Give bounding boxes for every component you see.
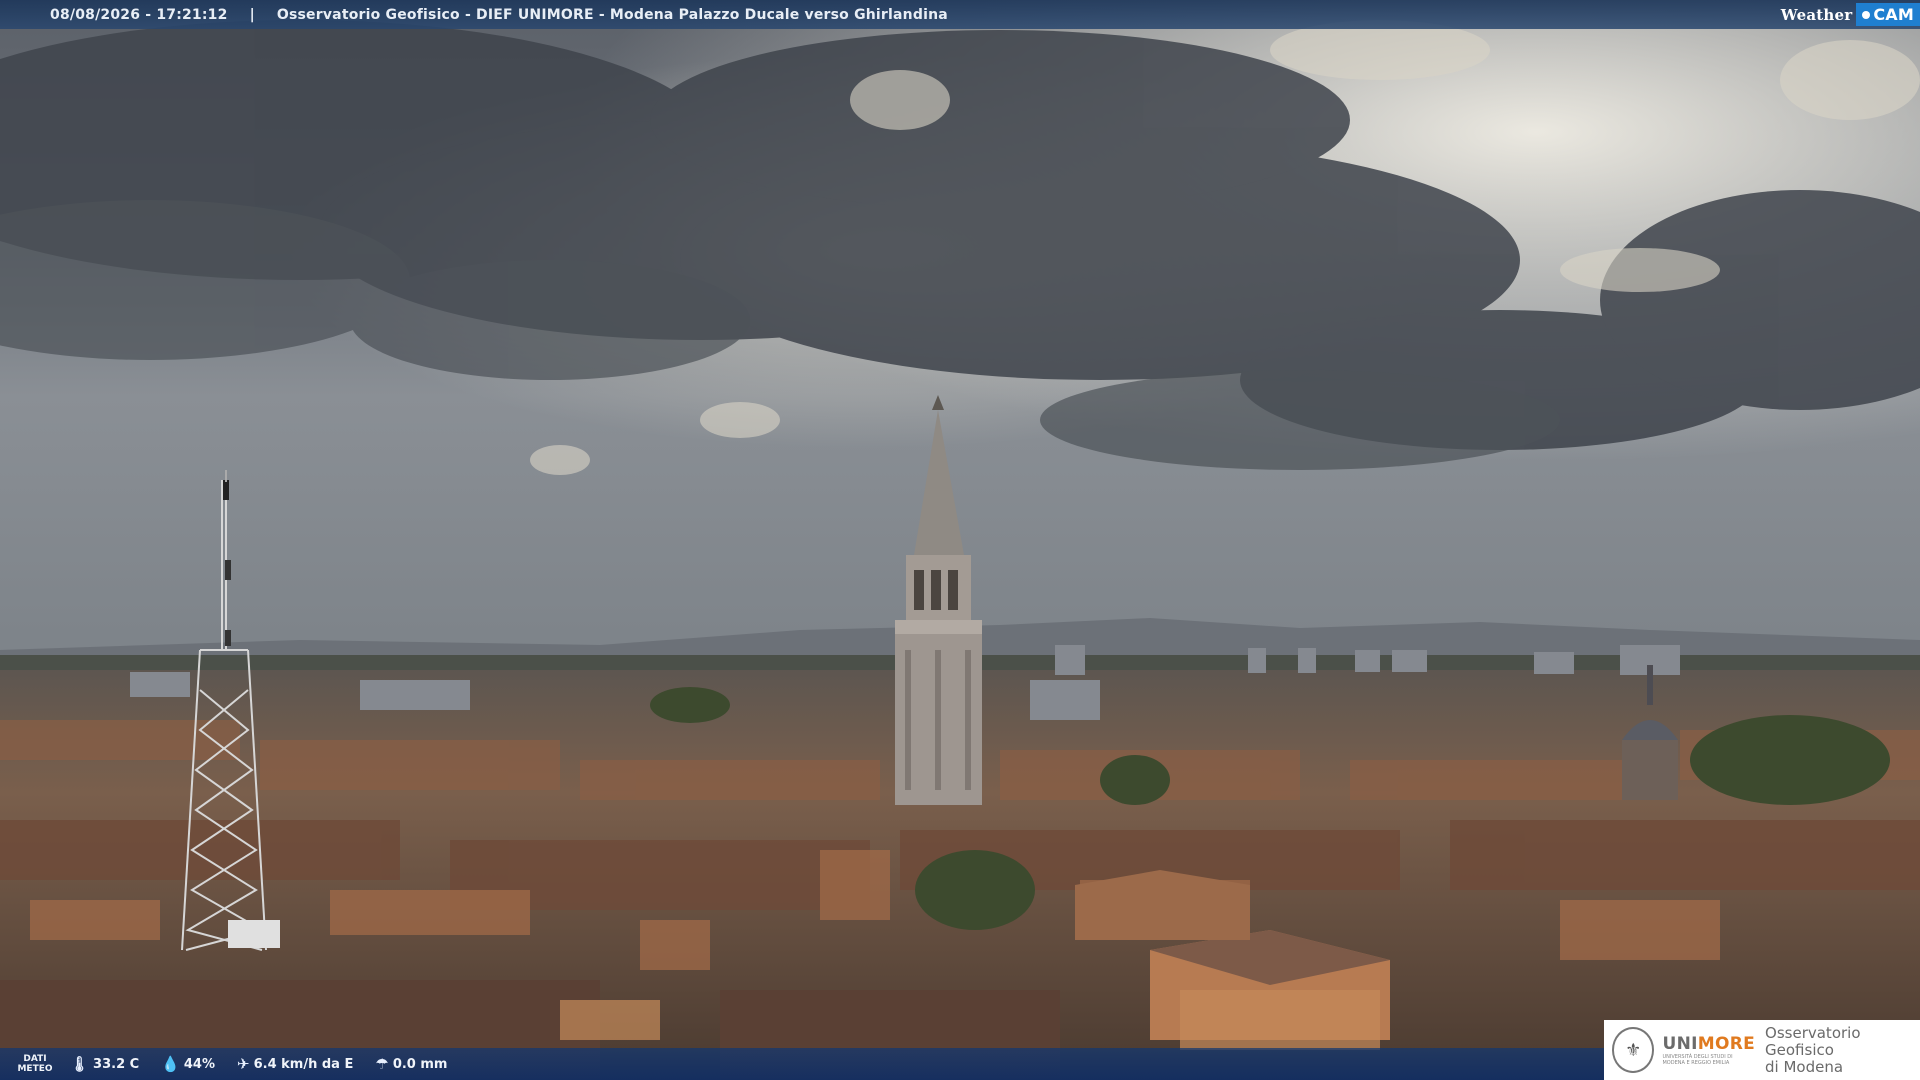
- droplet-icon: 💧: [161, 1055, 180, 1073]
- wind-icon: ✈: [237, 1055, 250, 1073]
- temperature-reading: 🌡 33.2 C: [70, 1055, 140, 1073]
- rain-icon: ☂: [375, 1055, 389, 1073]
- weathercam-logo: Weather CAM: [1781, 0, 1920, 29]
- camera-title: Osservatorio Geofisico - DIEF UNIMORE - …: [276, 6, 948, 23]
- thermometer-icon: 🌡: [70, 1055, 90, 1073]
- wind-reading: ✈ 6.4 km/h da E: [237, 1055, 354, 1073]
- separator: |: [249, 6, 255, 23]
- observatory-name: Osservatorio Geofisico di Modena: [1765, 1023, 1861, 1076]
- rain-reading: ☂ 0.0 mm: [375, 1055, 448, 1073]
- unimore-wordmark: UNIMORE UNIVERSITÀ DEGLI STUDI DI MODENA…: [1662, 1034, 1756, 1066]
- meteo-label: DATI METEO: [17, 1054, 53, 1074]
- timestamp: 08/08/2026 - 17:21:12: [50, 6, 228, 23]
- brand-cam: CAM: [1856, 3, 1920, 26]
- brand-dot-icon: [1862, 10, 1871, 19]
- caption-bar: 08/08/2026 - 17:21:12 | Osservatorio Geo…: [0, 0, 1920, 29]
- unimore-logo-panel: ⚜ UNIMORE UNIVERSITÀ DEGLI STUDI DI MODE…: [1604, 1020, 1920, 1080]
- webcam-scene: [0, 0, 1920, 1080]
- brand-weather: Weather: [1780, 5, 1853, 24]
- university-seal-icon: ⚜: [1612, 1027, 1655, 1073]
- humidity-reading: 💧 44%: [161, 1055, 216, 1073]
